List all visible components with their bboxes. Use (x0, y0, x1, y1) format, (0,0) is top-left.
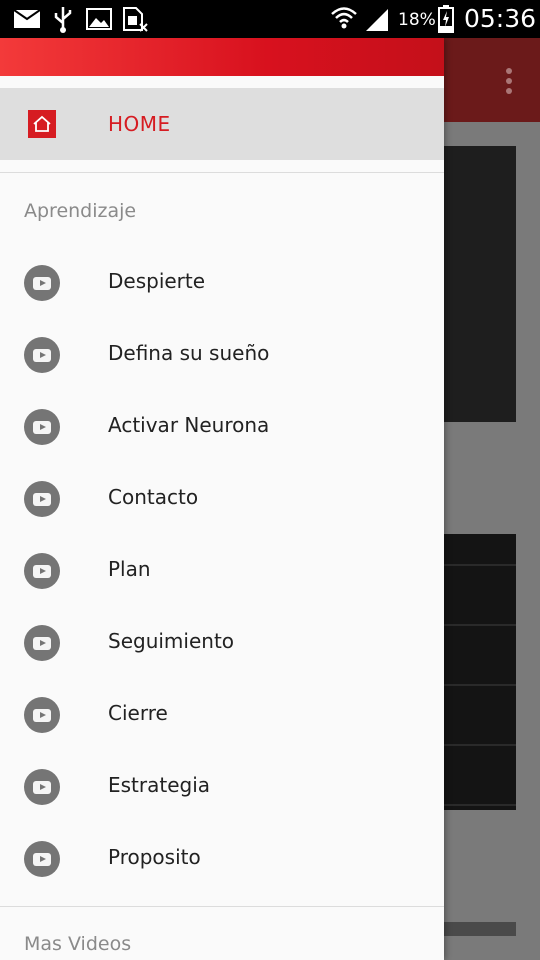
drawer-item-label: Despierte (108, 269, 206, 293)
drawer-item-label: Cierre (108, 701, 168, 725)
drawer-item-activar-neurona[interactable]: Activar Neurona (0, 391, 444, 463)
video-thumbnail[interactable] (444, 534, 516, 810)
drawer-item-seguimiento[interactable]: Seguimiento (0, 607, 444, 679)
video-thumbnail[interactable] (444, 146, 516, 422)
play-circle-icon (24, 697, 60, 733)
drawer-header (0, 38, 444, 76)
wifi-icon (330, 4, 358, 36)
video-thumbnail[interactable] (444, 922, 516, 936)
play-circle-icon (24, 481, 60, 517)
play-circle-icon (24, 553, 60, 589)
home-icon (28, 110, 56, 138)
drawer-item-home[interactable]: HOME (0, 88, 444, 160)
play-circle-icon (24, 769, 60, 805)
drawer-item-defina-su-sueno[interactable]: Defina su sueño (0, 319, 444, 391)
play-circle-icon (24, 409, 60, 445)
sim-card-icon (122, 6, 148, 36)
clock: 05:36 (464, 4, 537, 33)
signal-icon (364, 7, 390, 35)
drawer-item-label: Defina su sueño (108, 341, 270, 365)
section-header-mas-videos: Mas Videos (24, 933, 132, 955)
battery-percentage: 18% (398, 10, 436, 30)
drawer-item-proposito[interactable]: Proposito (0, 823, 444, 895)
play-circle-icon (24, 265, 60, 301)
drawer-item-plan[interactable]: Plan (0, 535, 444, 607)
drawer-item-contacto[interactable]: Contacto (0, 463, 444, 535)
overflow-menu-icon[interactable] (506, 68, 512, 98)
divider (0, 906, 444, 907)
drawer-item-despierte[interactable]: Despierte (0, 247, 444, 319)
play-circle-icon (24, 841, 60, 877)
play-circle-icon (24, 625, 60, 661)
image-icon (86, 8, 112, 34)
battery-charging-icon (438, 5, 454, 37)
drawer-item-label: Plan (108, 557, 151, 581)
navigation-drawer: HOME Aprendizaje Despierte Defina su sue… (0, 38, 444, 960)
drawer-item-label: Proposito (108, 845, 201, 869)
status-bar: 18% 05:36 (0, 0, 540, 38)
section-header-aprendizaje: Aprendizaje (24, 200, 137, 222)
usb-icon (52, 5, 74, 37)
drawer-item-label: Seguimiento (108, 629, 235, 653)
drawer-item-label: Estrategia (108, 773, 211, 797)
drawer-item-label: Contacto (108, 485, 199, 509)
drawer-item-estrategia[interactable]: Estrategia (0, 751, 444, 823)
drawer-item-label: HOME (108, 112, 171, 136)
screen: 18% 05:36 HOME Aprendizaje Despierte Def… (0, 0, 540, 960)
drawer-item-cierre[interactable]: Cierre (0, 679, 444, 751)
drawer-item-label: Activar Neurona (108, 413, 270, 437)
mail-icon (13, 9, 41, 32)
play-circle-icon (24, 337, 60, 373)
divider (0, 172, 444, 173)
